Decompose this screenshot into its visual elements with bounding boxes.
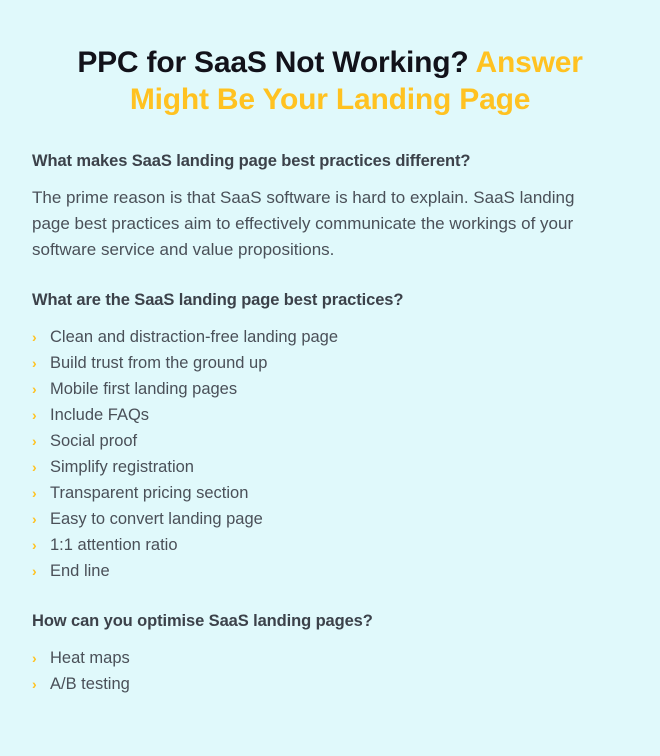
section-heading: What makes SaaS landing page best practi… [32, 152, 471, 170]
list-item-label: 1:1 attention ratio [50, 536, 178, 554]
list-item-label: Heat maps [50, 649, 130, 667]
list-item-label: Clean and distraction-free landing page [50, 328, 339, 346]
list-item: › Heat maps [32, 645, 628, 671]
list-item: › A/B testing [32, 671, 628, 697]
list-item: › Include FAQs [32, 402, 628, 428]
chevron-right-icon: › [32, 563, 37, 579]
section-what-makes-different: What makes SaaS landing page best practi… [32, 152, 628, 263]
list-item: › Mobile first landing pages [32, 376, 628, 402]
list-item-label: Build trust from the ground up [50, 354, 268, 372]
list-item: › Easy to convert landing page [32, 506, 628, 532]
list-item-label: Easy to convert landing page [50, 510, 263, 528]
list-item: › 1:1 attention ratio [32, 532, 628, 558]
section-heading: How can you optimise SaaS landing pages? [32, 612, 373, 630]
chevron-right-icon: › [32, 459, 37, 475]
list-item-label: Transparent pricing section [50, 484, 249, 502]
page-title: PPC for SaaS Not Working? Answer Might B… [0, 0, 660, 118]
section-best-practices: What are the SaaS landing page best prac… [32, 291, 628, 584]
list-item: › Clean and distraction-free landing pag… [32, 324, 628, 350]
list-item-label: Mobile first landing pages [50, 380, 238, 398]
section-paragraph: The prime reason is that SaaS software i… [32, 188, 575, 259]
best-practices-list: › Clean and distraction-free landing pag… [32, 324, 628, 584]
chevron-right-icon: › [32, 381, 37, 397]
list-item-label: Include FAQs [50, 406, 150, 424]
chevron-right-icon: › [32, 485, 37, 501]
list-item: › Transparent pricing section [32, 480, 628, 506]
chevron-right-icon: › [32, 433, 37, 449]
section-heading: What are the SaaS landing page best prac… [32, 291, 404, 309]
chevron-right-icon: › [32, 650, 37, 666]
article-content: What makes SaaS landing page best practi… [0, 152, 660, 697]
chevron-right-icon: › [32, 329, 37, 345]
optimise-list: › Heat maps › A/B testing [32, 645, 628, 697]
chevron-right-icon: › [32, 537, 37, 553]
list-item-label: A/B testing [50, 675, 130, 693]
list-item: › End line [32, 558, 628, 584]
chevron-right-icon: › [32, 407, 37, 423]
section-optimise: How can you optimise SaaS landing pages?… [32, 612, 628, 697]
list-item: › Build trust from the ground up [32, 350, 628, 376]
list-item: › Simplify registration [32, 454, 628, 480]
chevron-right-icon: › [32, 511, 37, 527]
list-item: › Social proof [32, 428, 628, 454]
list-item-label: End line [50, 562, 110, 580]
page-title-lead: PPC for SaaS Not Working? [77, 46, 469, 79]
chevron-right-icon: › [32, 676, 37, 692]
chevron-right-icon: › [32, 355, 37, 371]
article-page: PPC for SaaS Not Working? Answer Might B… [0, 0, 660, 756]
list-item-label: Social proof [50, 432, 138, 450]
list-item-label: Simplify registration [50, 458, 194, 476]
